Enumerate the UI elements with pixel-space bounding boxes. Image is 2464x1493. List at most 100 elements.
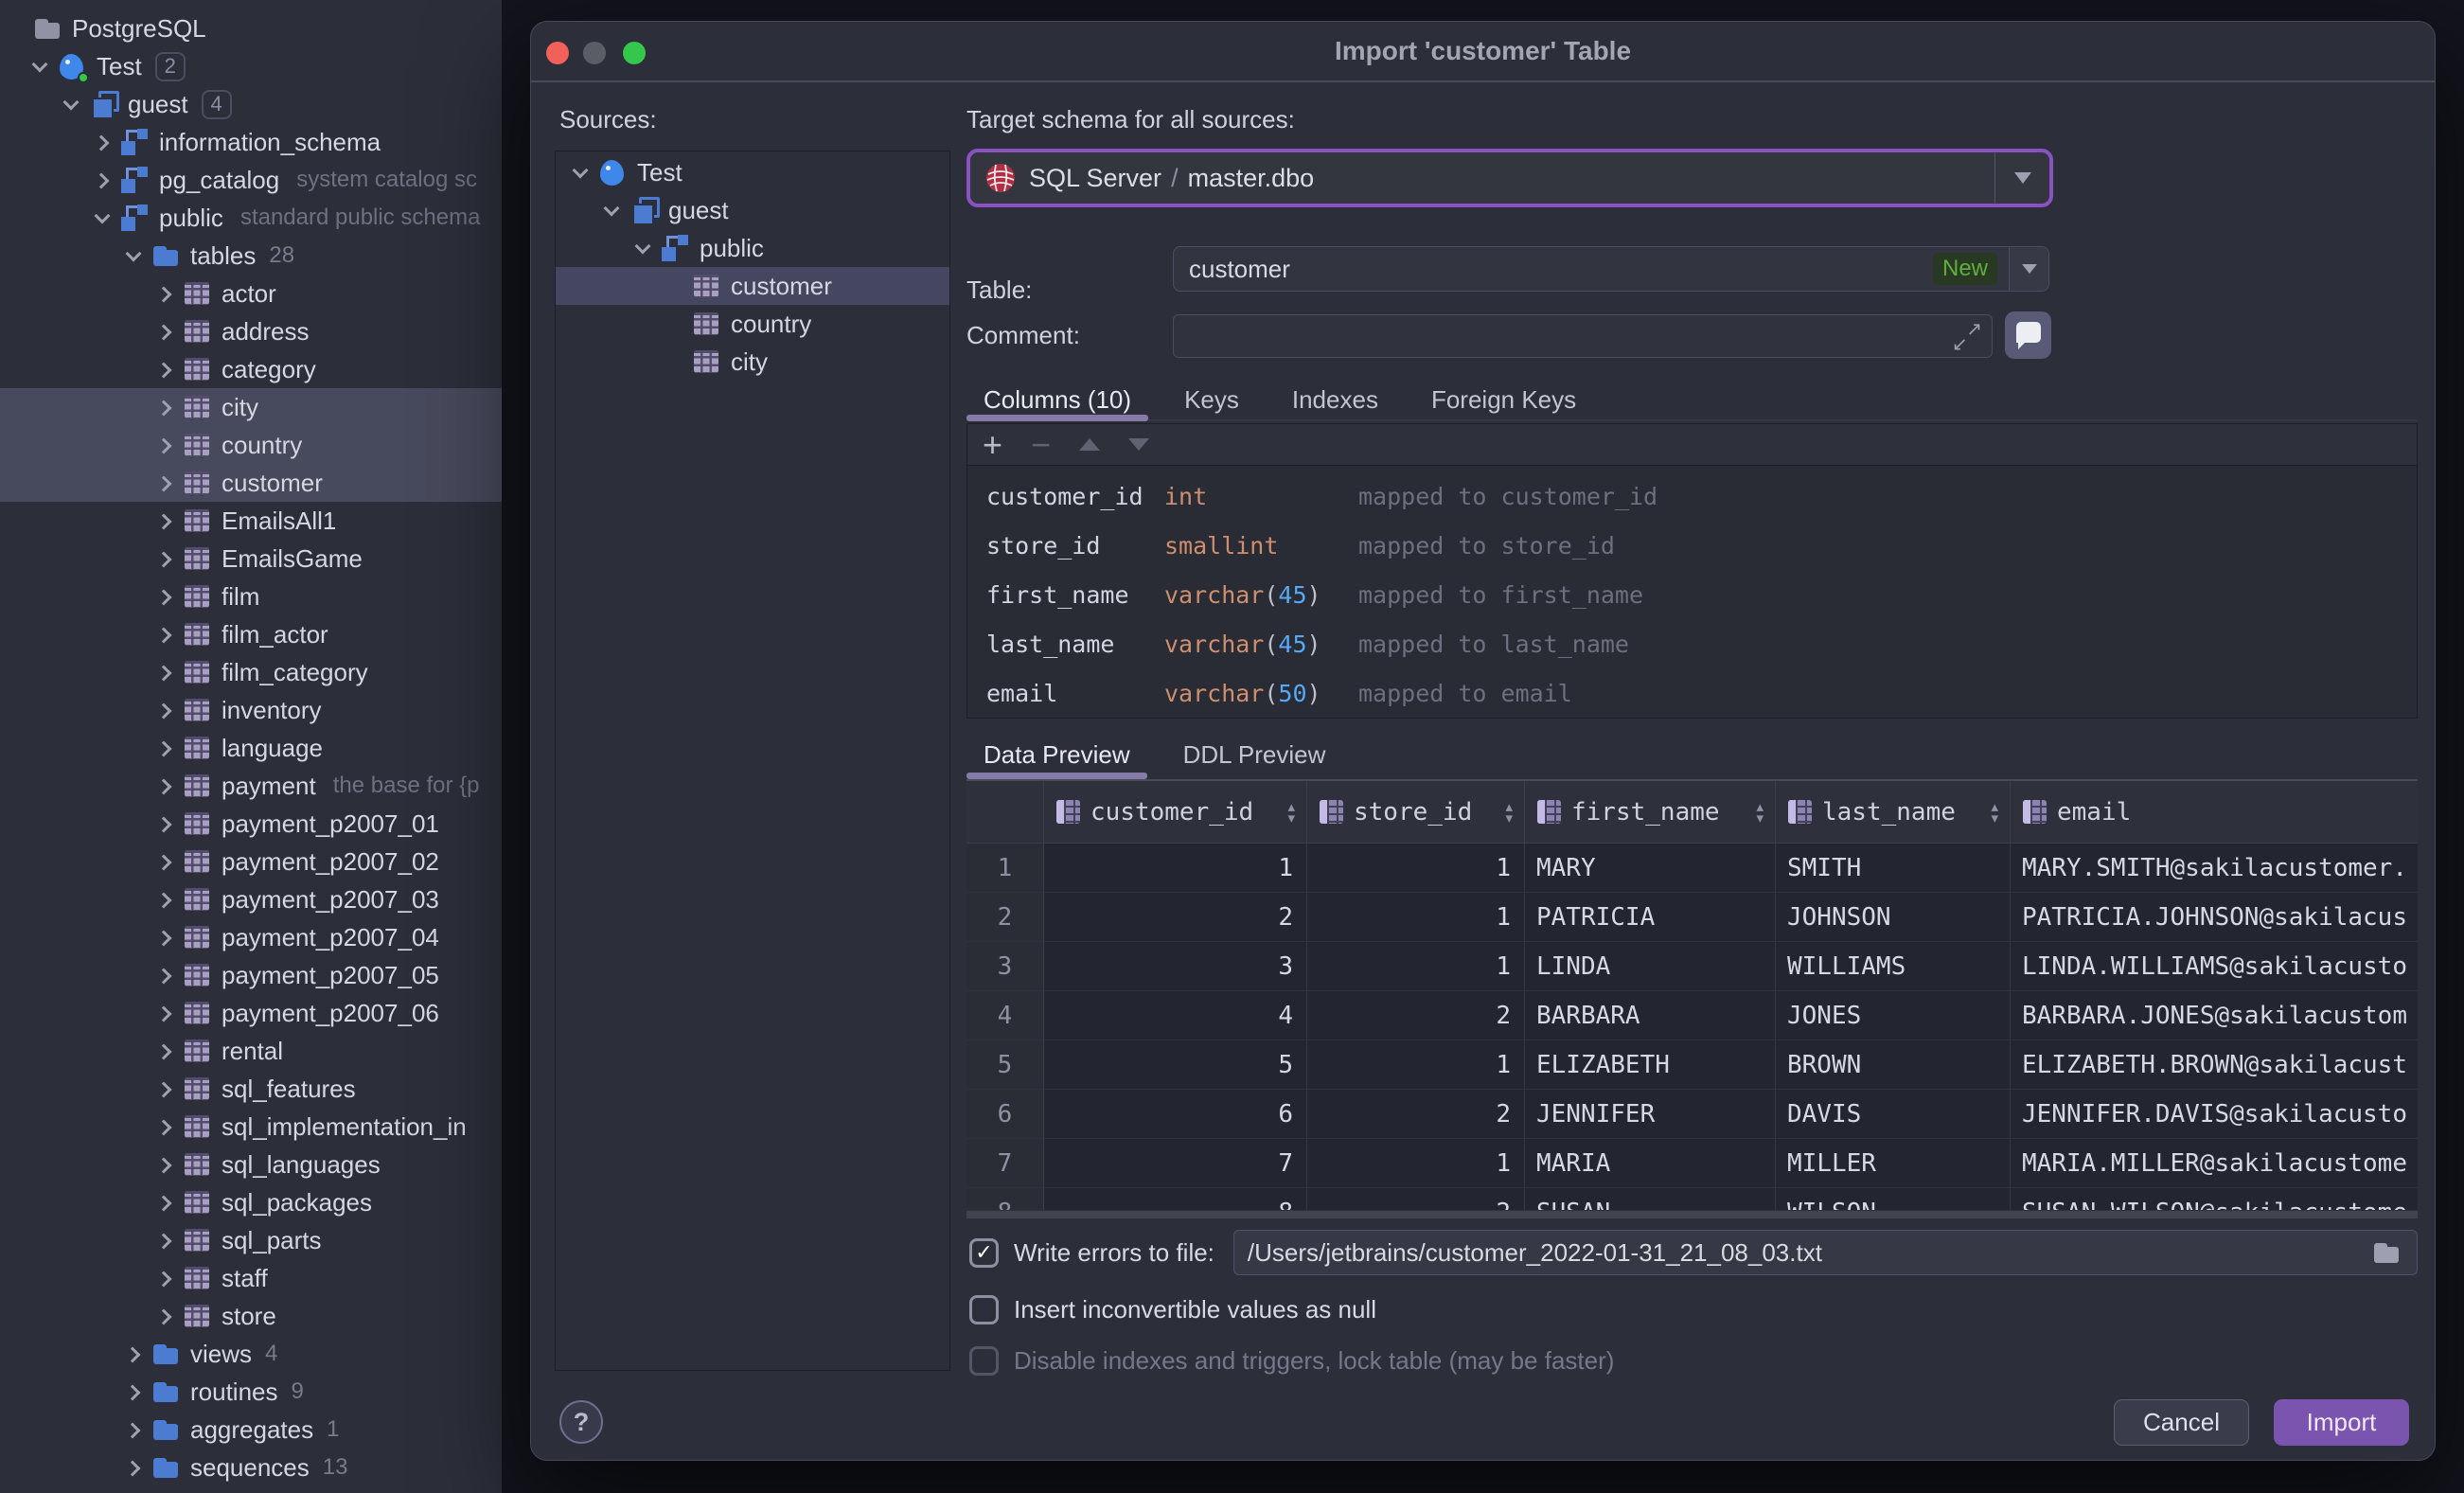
chevron-down-icon[interactable]	[2009, 247, 2048, 291]
column-definition-row[interactable]: store_id smallint mapped to store_id	[986, 521, 2417, 570]
sidebar-item-film_category[interactable]: film_category	[0, 653, 502, 691]
source-item-public[interactable]: public	[556, 229, 949, 267]
move-down-button[interactable]	[1128, 438, 1150, 451]
sidebar-item-EmailsAll1[interactable]: EmailsAll1	[0, 502, 502, 540]
column-definition-row[interactable]: last_name varchar(45) mapped to last_name	[986, 619, 2417, 668]
sidebar-item-staff[interactable]: staff	[0, 1259, 502, 1297]
add-column-button[interactable]: +	[983, 427, 1002, 461]
sidebar-item-sql_packages[interactable]: sql_packages	[0, 1183, 502, 1221]
sidebar-item-actor[interactable]: actor	[0, 275, 502, 312]
column-header-customer-id[interactable]: customer_id	[1044, 781, 1307, 843]
table-name-input[interactable]: customer New	[1173, 246, 2049, 292]
sidebar-item-payment[interactable]: payment the base for {p	[0, 767, 502, 805]
chevron-right-icon[interactable]	[151, 1266, 176, 1290]
chevron-right-icon[interactable]	[151, 1114, 176, 1139]
chevron-right-icon[interactable]	[151, 698, 176, 722]
expand-icon[interactable]: ↗ ↙	[1950, 317, 1984, 355]
sidebar-item-language[interactable]: language	[0, 729, 502, 767]
chevron-right-icon[interactable]	[151, 1001, 176, 1025]
sidebar-item-address[interactable]: address	[0, 312, 502, 350]
chevron-right-icon[interactable]	[151, 811, 176, 836]
error-file-path-input[interactable]: /Users/jetbrains/customer_2022-01-31_21_…	[1232, 1230, 2418, 1275]
chevron-right-icon[interactable]	[151, 471, 176, 495]
tab-columns[interactable]: Columns (10)	[966, 380, 1149, 421]
chevron-right-icon[interactable]	[151, 281, 176, 306]
sidebar-item-views[interactable]: views 4	[0, 1335, 502, 1373]
source-item-country[interactable]: country	[556, 305, 949, 343]
chevron-right-icon[interactable]	[151, 433, 176, 457]
remove-column-button[interactable]: −	[1031, 427, 1051, 461]
source-item-Test[interactable]: Test	[556, 153, 949, 191]
chevron-right-icon[interactable]	[89, 168, 114, 192]
chevron-right-icon[interactable]	[151, 1152, 176, 1177]
column-definition-row[interactable]: email varchar(50) mapped to email	[986, 668, 2417, 718]
sidebar-item-sql_features[interactable]: sql_features	[0, 1070, 502, 1108]
chevron-down-icon[interactable]	[629, 236, 654, 260]
folder-icon[interactable]	[2371, 1237, 2402, 1268]
sidebar-item-sequences[interactable]: sequences 13	[0, 1449, 502, 1486]
column-header-last-name[interactable]: last_name	[1776, 781, 2011, 843]
chevron-right-icon[interactable]	[151, 660, 176, 684]
chevron-down-icon[interactable]	[598, 198, 623, 222]
chevron-right-icon[interactable]	[151, 584, 176, 609]
chevron-right-icon[interactable]	[151, 1076, 176, 1101]
chevron-right-icon[interactable]	[151, 1039, 176, 1063]
sidebar-item-sql_parts[interactable]: sql_parts	[0, 1221, 502, 1259]
sidebar-item-pg_catalog[interactable]: pg_catalog system catalog sc	[0, 161, 502, 199]
source-item-guest[interactable]: guest	[556, 191, 949, 229]
chevron-down-icon[interactable]	[89, 205, 114, 230]
sidebar-item-film[interactable]: film	[0, 578, 502, 615]
sidebar-item-aggregates[interactable]: aggregates 1	[0, 1411, 502, 1449]
close-button[interactable]	[546, 42, 569, 64]
chevron-down-icon[interactable]	[1994, 152, 2049, 204]
minimize-button[interactable]	[583, 42, 606, 64]
sidebar-item-film_actor[interactable]: film_actor	[0, 615, 502, 653]
chevron-down-icon[interactable]	[58, 92, 82, 116]
tab-indexes[interactable]: Indexes	[1275, 380, 1395, 419]
sidebar-item-payment_p2007_02[interactable]: payment_p2007_02	[0, 843, 502, 880]
help-button[interactable]: ?	[559, 1400, 603, 1444]
chevron-right-icon[interactable]	[151, 887, 176, 912]
sidebar-item-sql_implementation_in[interactable]: sql_implementation_in	[0, 1108, 502, 1146]
column-header-first-name[interactable]: first_name	[1525, 781, 1776, 843]
horizontal-scrollbar[interactable]	[966, 1210, 2418, 1218]
chevron-right-icon[interactable]	[151, 963, 176, 987]
sidebar-item-Test[interactable]: Test 2	[0, 47, 502, 85]
chevron-right-icon[interactable]	[151, 773, 176, 798]
tab-foreign-keys[interactable]: Foreign Keys	[1414, 380, 1593, 419]
sidebar-item-sql_languages[interactable]: sql_languages	[0, 1146, 502, 1183]
tab-ddl-preview[interactable]: DDL Preview	[1166, 730, 1343, 779]
sidebar-item-routines[interactable]: routines 9	[0, 1373, 502, 1411]
source-item-city[interactable]: city	[556, 343, 949, 381]
sidebar-item-information_schema[interactable]: information_schema	[0, 123, 502, 161]
sidebar-item-country[interactable]: country	[0, 426, 502, 464]
comment-input[interactable]: ↗ ↙	[1173, 314, 1993, 358]
cancel-button[interactable]: Cancel	[2114, 1399, 2249, 1446]
chevron-right-icon[interactable]	[120, 1417, 145, 1442]
chevron-right-icon[interactable]	[151, 319, 176, 344]
chevron-down-icon[interactable]	[567, 160, 592, 185]
chevron-right-icon[interactable]	[151, 395, 176, 419]
column-header-store-id[interactable]: store_id	[1307, 781, 1525, 843]
zoom-button[interactable]	[623, 42, 646, 64]
comment-button[interactable]	[2005, 311, 2051, 359]
chevron-right-icon[interactable]	[120, 1342, 145, 1366]
source-item-customer[interactable]: customer	[556, 267, 949, 305]
sidebar-item-guest[interactable]: guest 4	[0, 85, 502, 123]
chevron-right-icon[interactable]	[151, 1304, 176, 1328]
sidebar-item-payment_p2007_05[interactable]: payment_p2007_05	[0, 956, 502, 994]
sidebar-item-payment_p2007_06[interactable]: payment_p2007_06	[0, 994, 502, 1032]
chevron-right-icon[interactable]	[151, 736, 176, 760]
sidebar-item-rental[interactable]: rental	[0, 1032, 502, 1070]
chevron-right-icon[interactable]	[151, 546, 176, 571]
target-schema-select[interactable]: SQL Server / master.dbo	[966, 149, 2053, 207]
write-errors-checkbox[interactable]: ✓	[969, 1237, 999, 1268]
import-button[interactable]: Import	[2274, 1399, 2409, 1446]
chevron-down-icon[interactable]	[120, 243, 145, 268]
column-definition-row[interactable]: first_name varchar(45) mapped to first_nam…	[986, 570, 2417, 619]
chevron-down-icon[interactable]	[27, 54, 51, 79]
insert-null-checkbox[interactable]: ✓	[969, 1294, 999, 1324]
sidebar-item-EmailsGame[interactable]: EmailsGame	[0, 540, 502, 578]
chevron-right-icon[interactable]	[120, 1455, 145, 1480]
chevron-right-icon[interactable]	[151, 925, 176, 950]
